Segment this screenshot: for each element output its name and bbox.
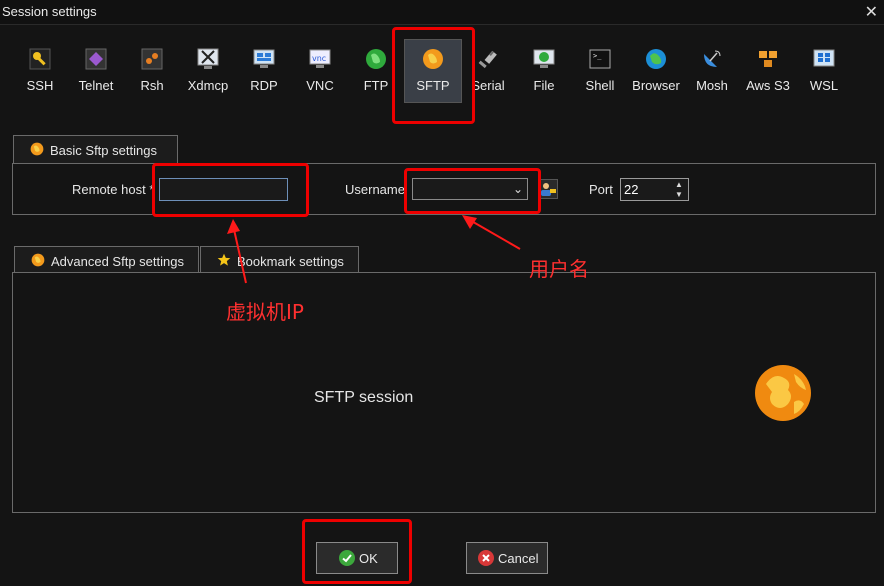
annotation-arrows <box>227 215 521 284</box>
annotation-username-label: 用户名 <box>529 257 589 281</box>
annotation-host-label: 虚拟机IP <box>226 300 304 324</box>
